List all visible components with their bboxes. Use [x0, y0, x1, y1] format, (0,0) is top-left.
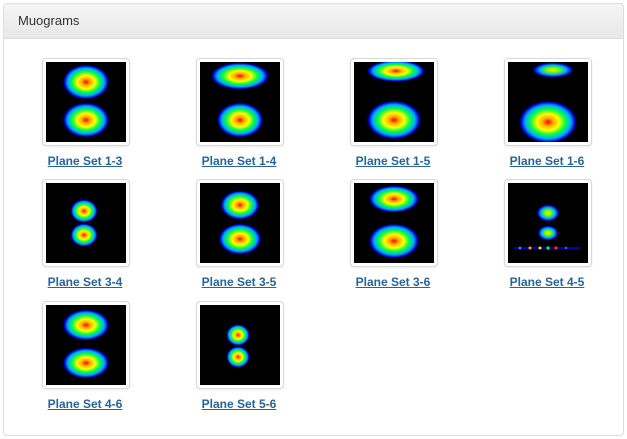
muogram-image: [508, 62, 588, 142]
muogram-link[interactable]: Plane Set 1-3: [8, 154, 162, 168]
muogram-item: Plane Set 1-3: [8, 58, 162, 178]
muogram-image: [46, 305, 126, 385]
muogram-thumbnail[interactable]: [504, 179, 592, 267]
muogram-link[interactable]: Plane Set 4-6: [8, 397, 162, 411]
muogram-image: [354, 62, 434, 142]
muogram-link[interactable]: Plane Set 3-5: [162, 275, 316, 289]
muogram-thumbnail[interactable]: [42, 58, 130, 146]
muogram-image: [200, 183, 280, 263]
muogram-image: [354, 183, 434, 263]
muogram-item: Plane Set 4-5: [470, 179, 623, 299]
muogram-grid: Plane Set 1-3 Plane Set 1-4 Plane Set 1-…: [4, 4, 623, 435]
muogram-image: [200, 62, 280, 142]
muogram-link[interactable]: Plane Set 3-6: [316, 275, 470, 289]
muogram-image: [46, 183, 126, 263]
muogram-item: Plane Set 1-4: [162, 58, 316, 178]
muogram-thumbnail[interactable]: [350, 179, 438, 267]
muogram-thumbnail[interactable]: [196, 179, 284, 267]
muogram-item: Plane Set 5-6: [162, 301, 316, 421]
muogram-link[interactable]: Plane Set 5-6: [162, 397, 316, 411]
muograms-panel: Muograms Plane Set 1-3 Plane Set 1-4 Pla…: [3, 3, 624, 436]
muogram-image: [46, 62, 126, 142]
muogram-thumbnail[interactable]: [42, 179, 130, 267]
muogram-thumbnail[interactable]: [504, 58, 592, 146]
muogram-thumbnail[interactable]: [196, 58, 284, 146]
muogram-image: [508, 183, 588, 263]
muogram-item: Plane Set 4-6: [8, 301, 162, 421]
muogram-thumbnail[interactable]: [196, 301, 284, 389]
muogram-image: [200, 305, 280, 385]
muogram-link[interactable]: Plane Set 4-5: [470, 275, 623, 289]
muogram-item: Plane Set 3-6: [316, 179, 470, 299]
muogram-link[interactable]: Plane Set 3-4: [8, 275, 162, 289]
muogram-link[interactable]: Plane Set 1-6: [470, 154, 623, 168]
muogram-item: Plane Set 1-5: [316, 58, 470, 178]
muogram-thumbnail[interactable]: [42, 301, 130, 389]
muogram-thumbnail[interactable]: [350, 58, 438, 146]
muogram-link[interactable]: Plane Set 1-4: [162, 154, 316, 168]
muogram-item: Plane Set 1-6: [470, 58, 623, 178]
muogram-item: Plane Set 3-5: [162, 179, 316, 299]
muogram-link[interactable]: Plane Set 1-5: [316, 154, 470, 168]
muogram-item: Plane Set 3-4: [8, 179, 162, 299]
